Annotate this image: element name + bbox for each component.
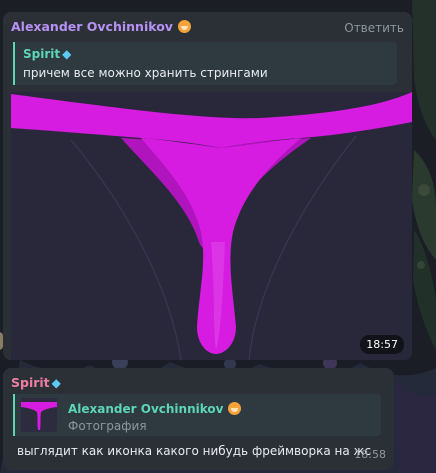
message-author[interactable]: Alexander Ovchinnikov [11,19,191,34]
photo-thumbnail [21,398,57,432]
reply-quote[interactable]: Spirit ◆ причем все можно хранить стринга… [13,42,397,85]
message-bubble[interactable]: Spirit ◆ Alexander Ovchinnikov Фотография… [3,368,394,470]
quote-author-name: Spirit [23,47,61,61]
gem-emoji-icon: ◆ [51,376,61,390]
message-time: 18:57 [360,335,404,354]
message-author[interactable]: Spirit ◆ [11,375,61,390]
quote-text: Фотография [68,419,147,433]
quote-author: Alexander Ovchinnikov [68,402,242,416]
bear-emoji-icon [177,20,191,33]
message-bubble[interactable]: Alexander Ovchinnikov Ответить Spirit ◆ п… [3,12,412,360]
message-time: 18:58 [354,448,386,461]
bear-emoji-icon [228,402,242,415]
photo-image [11,92,412,360]
message-text: выглядит как иконка какого нибудь фреймв… [17,444,371,458]
quote-author: Spirit ◆ [23,47,71,61]
author-name[interactable]: Spirit [11,375,50,390]
gem-emoji-icon: ◆ [62,47,72,61]
quote-author-name: Alexander Ovchinnikov [68,402,224,416]
photo-attachment[interactable]: 18:57 [11,92,412,360]
quote-text: причем все можно хранить стрингами [23,66,268,80]
reply-quote[interactable]: Alexander Ovchinnikov Фотография [13,394,381,436]
author-name[interactable]: Alexander Ovchinnikov [11,19,173,34]
reply-button[interactable]: Ответить [344,21,404,35]
